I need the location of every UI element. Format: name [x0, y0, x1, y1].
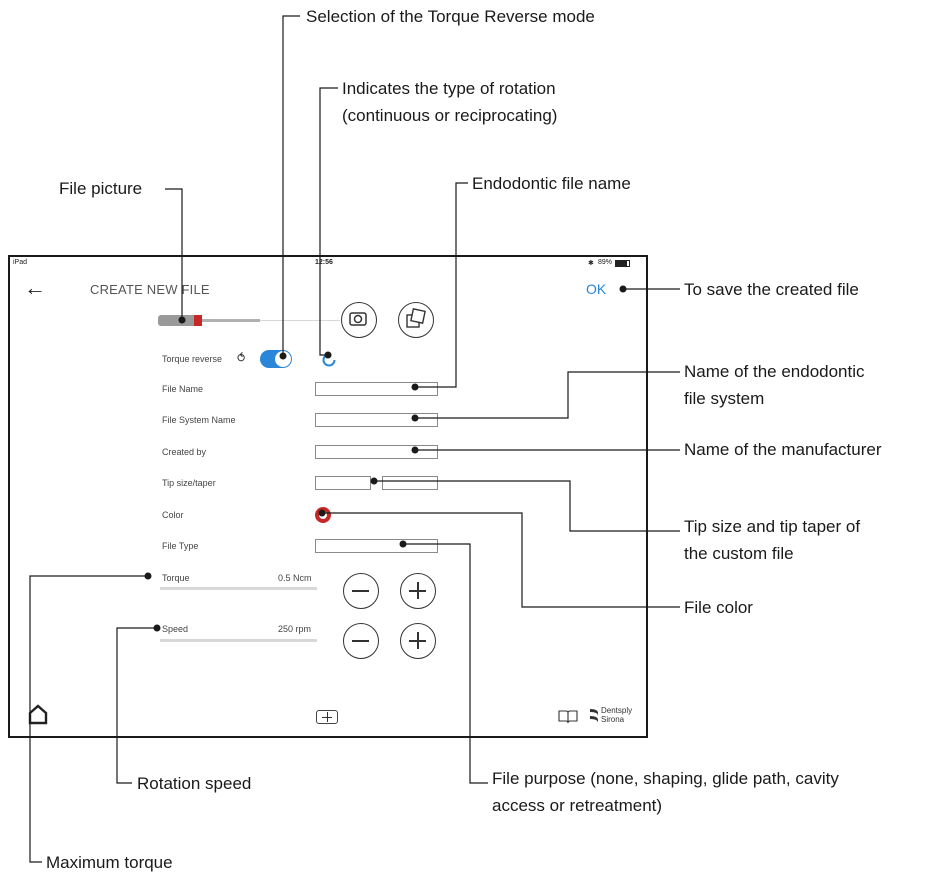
callout-leader-lines	[29, 15, 680, 863]
